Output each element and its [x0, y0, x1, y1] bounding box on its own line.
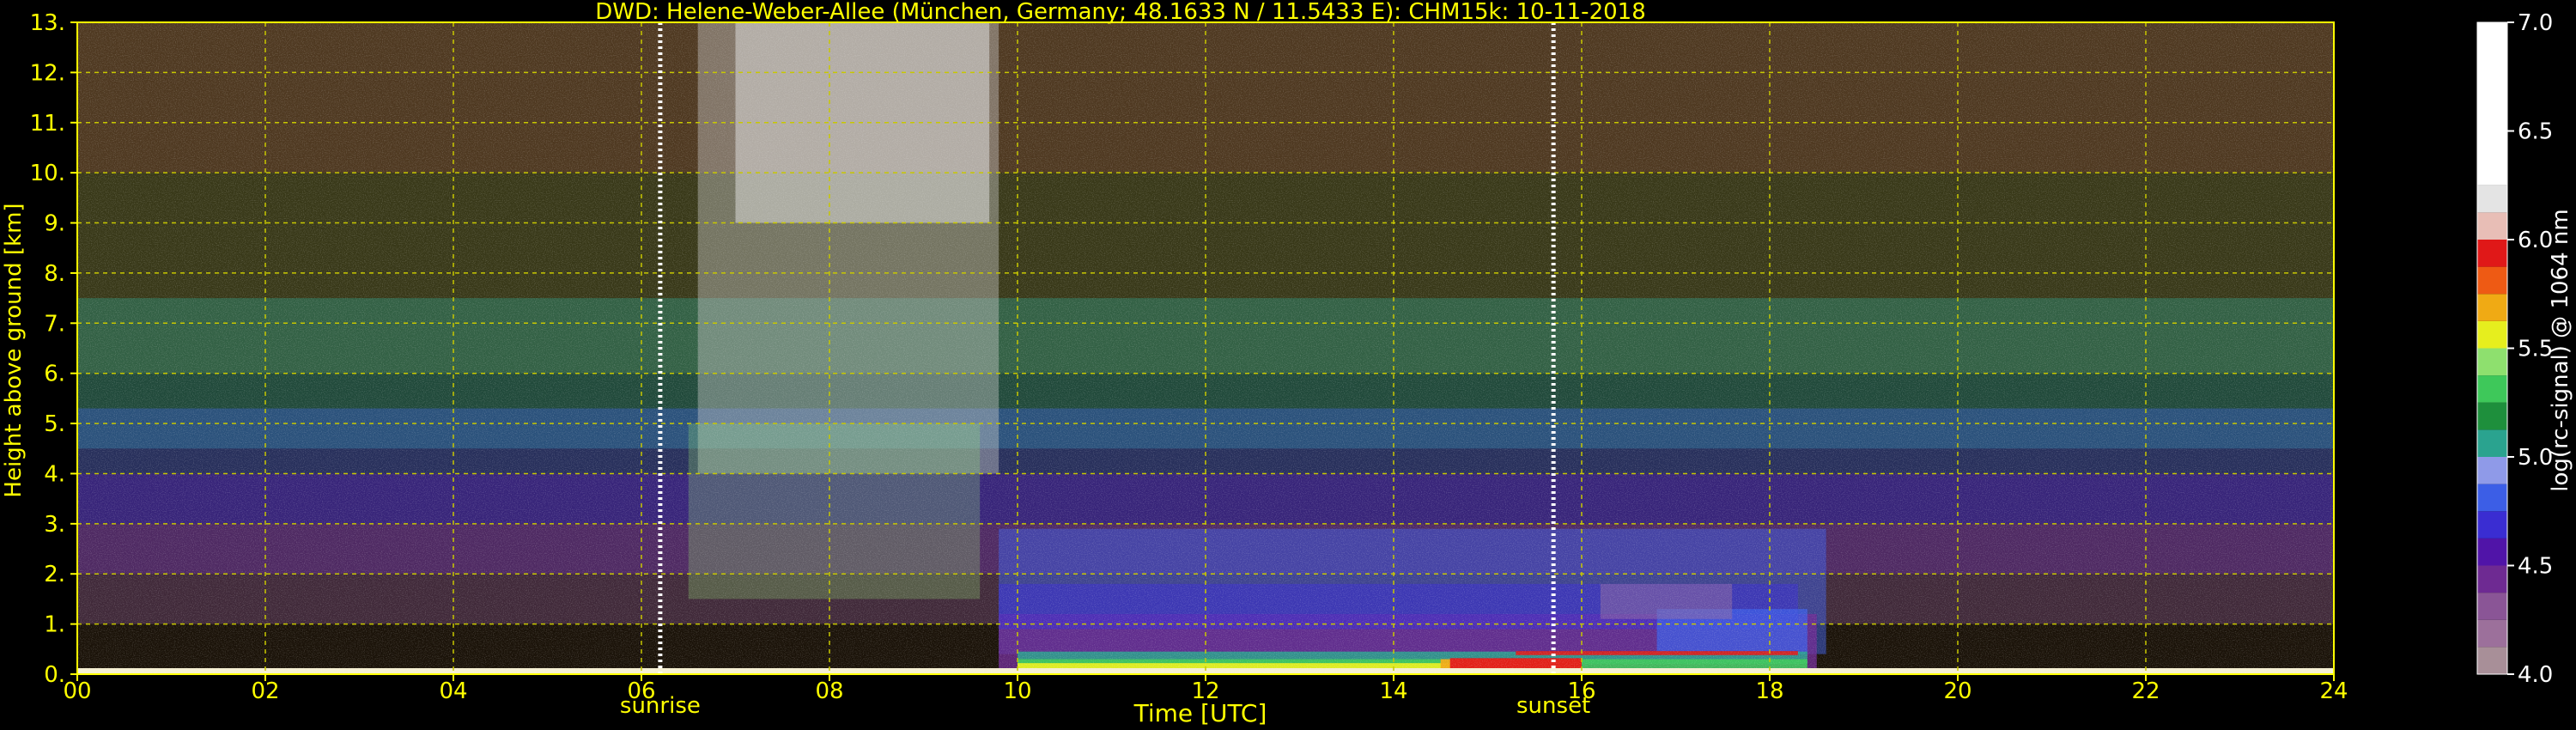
colorbar-band [2477, 402, 2507, 430]
x-tick-label: 10 [1003, 678, 1031, 704]
y-tick-label: 4. [44, 461, 65, 487]
colorbar-tick-label: 4.0 [2518, 662, 2553, 688]
colorbar-band [2477, 22, 2507, 186]
x-tick-label: 22 [2131, 678, 2160, 704]
colorbar-band [2477, 565, 2507, 593]
y-tick-label: 1. [44, 612, 65, 638]
x-tick-label: 02 [251, 678, 279, 704]
colorbar-band [2477, 619, 2507, 648]
y-tick-label: 12. [30, 60, 65, 86]
y-tick-label: 10. [30, 161, 65, 186]
colorbar-tick-label: 6.5 [2518, 119, 2553, 145]
x-tick-label: 18 [1755, 678, 1783, 704]
colorbar-band [2477, 457, 2507, 484]
colorbar-band [2477, 185, 2507, 213]
x-tick-label: 20 [1943, 678, 1971, 704]
y-tick-label: 8. [44, 261, 65, 287]
colorbar-band [2477, 240, 2507, 267]
x-tick-label: 06 [627, 678, 655, 704]
y-tick-label: 13. [30, 10, 65, 36]
colorbar-band [2477, 538, 2507, 566]
x-axis-label: Time [UTC] [1133, 699, 1267, 727]
colorbar-band [2477, 511, 2507, 538]
colorbar-band [2477, 484, 2507, 512]
x-tick-label: 00 [63, 678, 91, 704]
colorbar-tick-label: 4.5 [2518, 554, 2553, 580]
x-tick-label: 04 [439, 678, 467, 704]
x-tick-label: 08 [815, 678, 843, 704]
colorbar-band [2477, 294, 2507, 321]
y-tick-label: 6. [44, 362, 65, 387]
colorbar-tick-label: 7.0 [2518, 10, 2553, 36]
y-axis-label: Height above ground [km] [1, 203, 27, 497]
colorbar-band [2477, 348, 2507, 376]
x-tick-label: 14 [1379, 678, 1407, 704]
chart-title: DWD: Helene-Weber-Allee (München, German… [595, 0, 1646, 25]
colorbar-band [2477, 429, 2507, 457]
colorbar-band [2477, 320, 2507, 349]
y-tick-label: 5. [44, 411, 65, 437]
chart-root: sunrise sunset 00 02 04 06 08 10 12 14 16 18 20 22 24… [0, 0, 2576, 730]
y-tick-label: 0. [44, 662, 65, 688]
colorbar-band [2477, 266, 2507, 295]
y-tick-label: 2. [44, 562, 65, 587]
colorbar-band [2477, 647, 2507, 674]
colorbar-band [2477, 375, 2507, 403]
colorbar-band [2477, 212, 2507, 240]
x-tick-label: 16 [1567, 678, 1595, 704]
lidar-chart: sunrise sunset 00 02 04 06 08 10 12 14 16 18 20 22 24… [1, 0, 2573, 727]
y-tick-label: 11. [30, 111, 65, 137]
x-tick-label: 24 [2319, 678, 2348, 704]
y-tick-label: 3. [44, 512, 65, 538]
y-tick-label: 7. [44, 311, 65, 337]
y-tick-label: 9. [44, 211, 65, 237]
colorbar-label: log(rc-signal) @ 1064 nm [2548, 209, 2573, 491]
colorbar-band [2477, 593, 2507, 620]
